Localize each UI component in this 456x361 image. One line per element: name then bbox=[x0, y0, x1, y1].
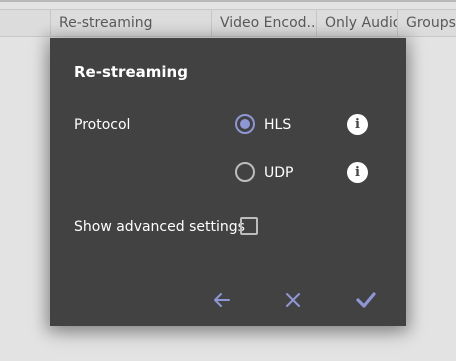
cancel-button[interactable] bbox=[281, 288, 305, 312]
info-icon[interactable]: i bbox=[347, 114, 368, 135]
table-header-cell-blank[interactable] bbox=[0, 10, 50, 37]
restreaming-dialog: Re-streaming Protocol HLS i UDP i Show a… bbox=[50, 38, 406, 326]
dialog-title: Re-streaming bbox=[74, 63, 188, 81]
hls-label[interactable]: HLS bbox=[264, 117, 291, 133]
back-button[interactable] bbox=[210, 288, 234, 312]
advanced-settings-checkbox[interactable] bbox=[240, 217, 258, 235]
top-strip bbox=[0, 0, 456, 2]
close-icon bbox=[284, 291, 302, 309]
hls-radio[interactable] bbox=[235, 114, 255, 134]
confirm-button[interactable] bbox=[354, 288, 378, 312]
arrow-left-icon bbox=[212, 290, 232, 310]
info-icon[interactable]: i bbox=[347, 162, 368, 183]
check-icon bbox=[355, 290, 377, 310]
protocol-label: Protocol bbox=[74, 117, 131, 133]
advanced-settings-label[interactable]: Show advanced settings bbox=[74, 219, 245, 235]
udp-radio[interactable] bbox=[235, 162, 255, 182]
udp-label[interactable]: UDP bbox=[264, 165, 293, 181]
